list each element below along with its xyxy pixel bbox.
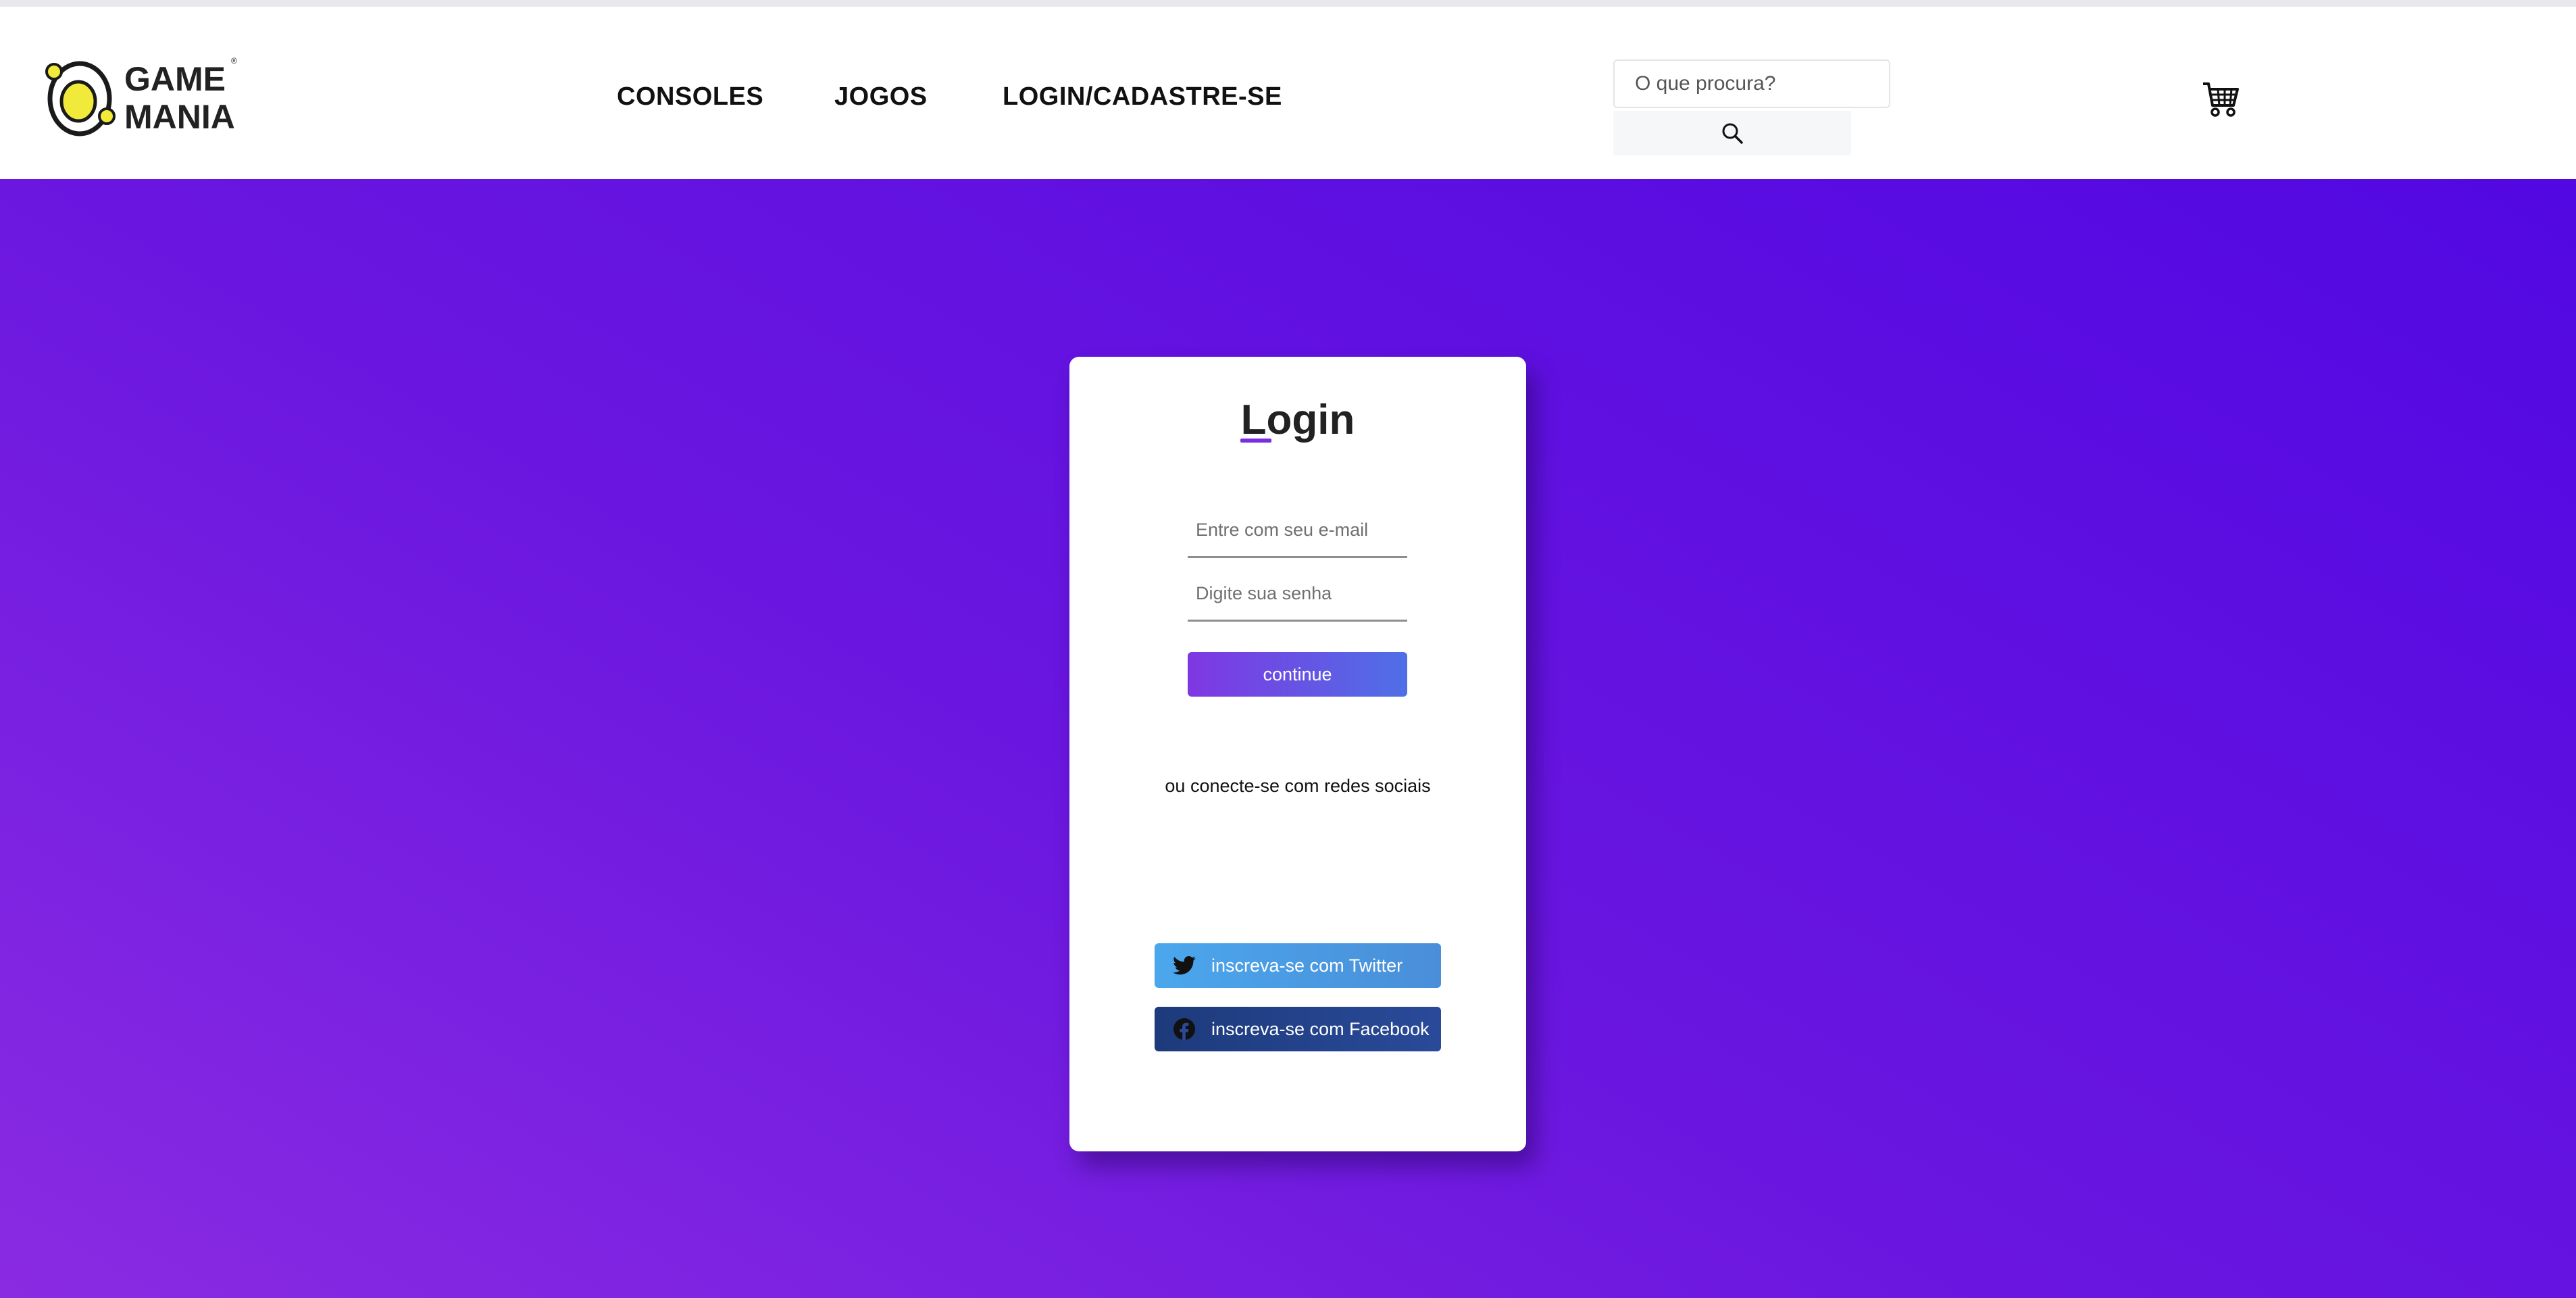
search-button[interactable] bbox=[1613, 111, 1851, 155]
shopping-cart-icon[interactable] bbox=[2201, 80, 2240, 119]
facebook-signup-button[interactable]: inscreva-se com Facebook bbox=[1155, 1007, 1441, 1051]
logo-text-mania: MANIA bbox=[124, 98, 235, 136]
title-underline bbox=[1240, 439, 1271, 443]
site-header: GAME MANIA ® CONSOLES JOGOS LOGIN/CADAST… bbox=[0, 7, 2576, 179]
email-field[interactable] bbox=[1188, 504, 1407, 556]
twitter-icon bbox=[1172, 953, 1196, 978]
nav-jogos[interactable]: JOGOS bbox=[834, 82, 928, 111]
login-title: Login bbox=[1240, 397, 1355, 443]
twitter-signup-button[interactable]: inscreva-se com Twitter bbox=[1155, 943, 1441, 988]
login-card: Login continue ou conecte-se com redes so… bbox=[1069, 357, 1526, 1151]
search-icon bbox=[1722, 123, 1743, 144]
password-field-wrap bbox=[1188, 568, 1407, 622]
facebook-signup-button-label: inscreva-se com Facebook bbox=[1211, 1018, 1430, 1039]
continue-button[interactable]: continue bbox=[1188, 652, 1407, 697]
top-border bbox=[0, 0, 2576, 7]
search-field[interactable] bbox=[1613, 59, 1890, 108]
search-input[interactable] bbox=[1615, 61, 1889, 107]
nav-consoles[interactable]: CONSOLES bbox=[617, 82, 763, 111]
social-login-text: ou conecte-se com redes sociais bbox=[1165, 776, 1431, 796]
nav-login-cadastre[interactable]: LOGIN/CADASTRE-SE bbox=[1003, 82, 1282, 111]
email-field-wrap bbox=[1188, 504, 1407, 558]
twitter-signup-button-label: inscreva-se com Twitter bbox=[1211, 955, 1403, 976]
facebook-icon bbox=[1172, 1017, 1196, 1041]
game-mania-logo[interactable]: GAME MANIA ® bbox=[45, 51, 241, 142]
login-section: Login continue ou conecte-se com redes so… bbox=[0, 179, 2576, 1298]
password-field[interactable] bbox=[1188, 568, 1407, 620]
logo-text-game: GAME bbox=[124, 60, 226, 98]
registered-mark: ® bbox=[231, 56, 237, 66]
